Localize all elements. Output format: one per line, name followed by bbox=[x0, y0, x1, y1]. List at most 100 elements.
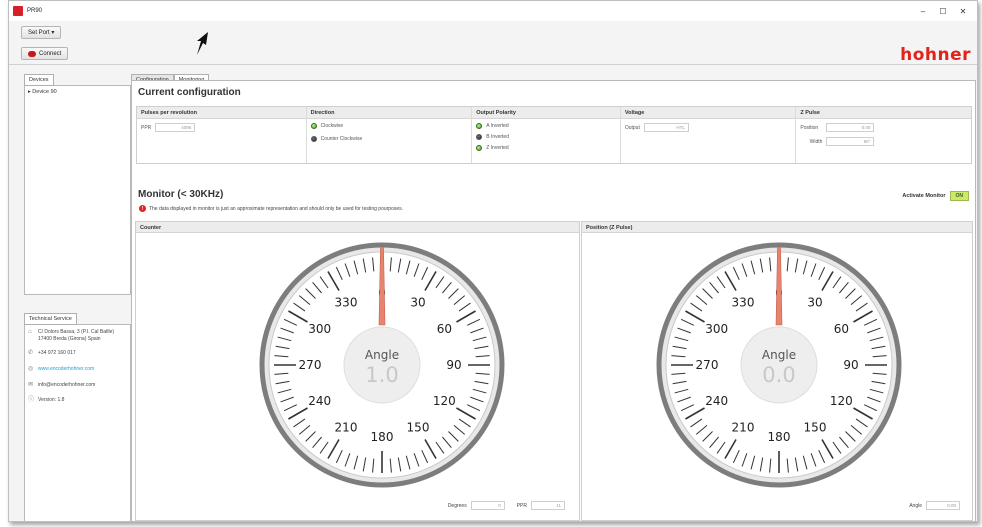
activate-label: Activate Monitor bbox=[902, 193, 946, 199]
email-text[interactable]: info@encoderhohner.com bbox=[38, 382, 95, 390]
minimize-button[interactable]: – bbox=[913, 4, 933, 18]
maximize-button[interactable]: ☐ bbox=[933, 4, 953, 18]
address-text: C/ Dolors Bassa, 3 (P.I. Cal Batlle) 174… bbox=[38, 329, 115, 342]
direction-header: Direction bbox=[306, 107, 472, 119]
activate-monitor: Activate Monitor ON bbox=[902, 191, 969, 201]
toolbar-connect: Connect hohner bbox=[9, 43, 977, 65]
dial-label: 210 bbox=[732, 420, 755, 434]
ppr-footer-label: PPR bbox=[516, 502, 527, 509]
counter-clockwise-option: Counter Clockwise bbox=[310, 136, 468, 142]
counter-footer: Degrees 0 PPR 11 bbox=[448, 501, 565, 510]
dial-label: 30 bbox=[410, 296, 425, 310]
email-line: ✉ info@encoderhohner.com bbox=[28, 382, 127, 390]
polarity-header: Output Polarity bbox=[472, 107, 620, 119]
ppr-footer-field: 11 bbox=[531, 501, 565, 510]
title-bar: PR90 – ☐ ✕ bbox=[9, 1, 977, 21]
position-footer: Angle 0.00 bbox=[909, 501, 960, 510]
output-label: Output bbox=[624, 124, 640, 131]
hohner-logo: hohner bbox=[900, 45, 971, 65]
position-field: 0.00 bbox=[826, 123, 875, 132]
dial-label: 330 bbox=[335, 296, 358, 310]
device-item[interactable]: ▸ Device 90 bbox=[28, 89, 127, 95]
degrees-label: Degrees bbox=[447, 502, 467, 509]
tab-devices[interactable]: Devices bbox=[24, 74, 54, 86]
clockwise-option: Clockwise bbox=[310, 123, 468, 129]
monitoring-content: Current configuration Pulses per revolut… bbox=[131, 80, 976, 521]
dial-face: 0306090120150180210240270300330Angle1.0 bbox=[259, 242, 505, 488]
phone-text: +34 972 160 017 bbox=[38, 350, 76, 356]
a-inverted-led-icon bbox=[476, 123, 483, 129]
window-title: PR90 bbox=[27, 8, 43, 14]
dial-label: 30 bbox=[807, 296, 822, 310]
dial-label: 60 bbox=[437, 322, 452, 336]
close-button[interactable]: ✕ bbox=[953, 4, 973, 18]
ppr-label: PPR bbox=[141, 124, 152, 131]
dial-face: 0306090120150180210240270300330Angle0.0 bbox=[656, 242, 902, 488]
width-label: Width bbox=[809, 138, 823, 145]
warning-text: The data displayed in monitor is just an… bbox=[149, 205, 404, 212]
polarity-column: Output Polarity A Inverted B Inverted Z … bbox=[472, 107, 621, 163]
dial-label: 240 bbox=[705, 394, 728, 408]
config-table: Pulses per revolution PPR 4096 Direction… bbox=[136, 106, 972, 164]
tab-technical-service[interactable]: Technical Service bbox=[24, 313, 77, 325]
home-icon: ⌂ bbox=[28, 329, 32, 335]
direction-column: Direction Clockwise Counter Clockwise bbox=[306, 107, 473, 163]
dial-label: 150 bbox=[407, 420, 430, 434]
voltage-header: Voltage bbox=[620, 107, 796, 119]
a-inverted-label: A Inverted bbox=[486, 123, 509, 129]
info-icon: ⓘ bbox=[28, 397, 35, 404]
counter-clockwise-label: Counter Clockwise bbox=[320, 136, 363, 142]
b-inverted-option: B Inverted bbox=[476, 134, 616, 140]
z-inverted-label: Z Inverted bbox=[486, 145, 509, 151]
angle-footer-label: Angle bbox=[909, 502, 922, 509]
a-inverted-option: A Inverted bbox=[476, 123, 616, 129]
monitor-title: Monitor (< 30KHz) bbox=[138, 189, 224, 200]
dial-label: 90 bbox=[446, 358, 461, 372]
web-link[interactable]: www.encoderhohner.com bbox=[38, 366, 94, 374]
dial-label: 210 bbox=[335, 420, 358, 434]
dial-label: 240 bbox=[308, 394, 331, 408]
phone-icon: ✆ bbox=[28, 350, 34, 356]
dial-label: 180 bbox=[768, 430, 791, 444]
z-inverted-led-icon bbox=[476, 145, 483, 151]
dial-label: 180 bbox=[371, 430, 394, 444]
degrees-field: 0 bbox=[470, 501, 505, 510]
phone-line: ✆ +34 972 160 017 bbox=[28, 350, 127, 358]
version-text: Version: 1.8 bbox=[38, 397, 65, 404]
z-inverted-option: Z Inverted bbox=[476, 145, 616, 151]
main-panel: ConfigurationMonitoring Current configur… bbox=[131, 68, 976, 521]
position-panel: Position (Z Pulse) 030609012015018021024… bbox=[581, 221, 973, 521]
ppr-field: 4096 bbox=[155, 123, 196, 132]
dial-label: 120 bbox=[433, 394, 456, 408]
dial-label: 330 bbox=[732, 296, 755, 310]
set-port-button[interactable]: Set Port ▾ bbox=[21, 25, 62, 39]
angle-word: Angle bbox=[365, 348, 399, 362]
toolbar-port: Set Port ▾ bbox=[9, 21, 977, 43]
b-inverted-led-icon bbox=[476, 134, 483, 140]
activate-toggle[interactable]: ON bbox=[949, 191, 969, 201]
dial-label: 150 bbox=[804, 420, 827, 434]
angle-value: 0.0 bbox=[762, 363, 795, 387]
connect-button[interactable]: Connect bbox=[21, 47, 69, 60]
output-field: HTL bbox=[643, 123, 689, 132]
zpulse-header: Z Pulse bbox=[796, 107, 971, 119]
counter-clockwise-led-icon bbox=[310, 136, 317, 142]
devices-tree: ▸ Device 90 bbox=[24, 85, 131, 295]
width-field: 90° bbox=[826, 137, 875, 146]
clockwise-led-icon bbox=[310, 123, 317, 129]
dial-label: 60 bbox=[834, 322, 849, 336]
web-line: ◎ www.encoderhohner.com bbox=[28, 366, 127, 374]
position-label: Position bbox=[800, 124, 819, 131]
globe-icon: ◎ bbox=[28, 365, 34, 372]
address-line: ⌂ C/ Dolors Bassa, 3 (P.I. Cal Batlle) 1… bbox=[28, 329, 127, 342]
warning-message: ! The data displayed in monitor is just … bbox=[139, 205, 403, 212]
connect-label: Connect bbox=[39, 50, 62, 57]
dial-label: 270 bbox=[696, 358, 719, 372]
left-panel: Devices ▸ Device 90 Technical Service ⌂ … bbox=[24, 68, 131, 521]
ppr-column: Pulses per revolution PPR 4096 bbox=[137, 107, 307, 163]
angle-footer-field: 0.00 bbox=[926, 501, 960, 510]
counter-gauge: 0306090120150180210240270300330Angle1.0 bbox=[257, 240, 507, 495]
voltage-column: Voltage Output HTL bbox=[620, 107, 797, 163]
b-inverted-label: B Inverted bbox=[486, 134, 509, 140]
dial-label: 300 bbox=[308, 322, 331, 336]
